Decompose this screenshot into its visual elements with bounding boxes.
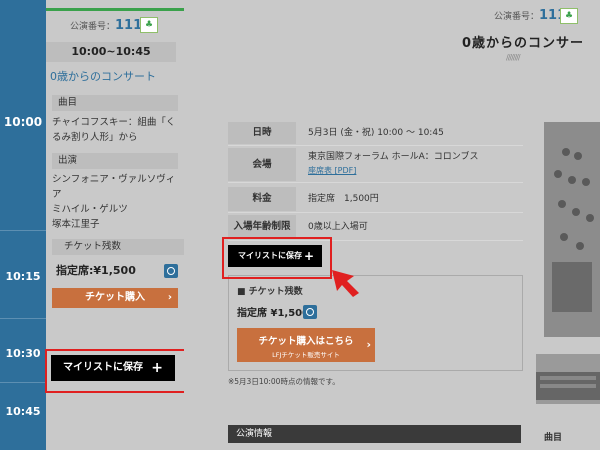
buy-ticket-button[interactable]: チケット購入 › (52, 288, 178, 308)
availability-circle-icon (164, 264, 178, 278)
info-row-datetime: 日時 5月3日 (金・祝) 10:00 〜 10:45 (228, 122, 523, 146)
info-value: 指定席 1,500円 (308, 194, 379, 204)
orchestra-stage-photo (536, 354, 600, 404)
program-line: るみ割り人形」から (52, 132, 138, 143)
save-label: マイリストに保存 (238, 251, 302, 260)
program-line: チャイコフスキー：組曲「く (52, 117, 176, 128)
performance-number-value: 111 (115, 18, 143, 33)
plus-icon: + (303, 249, 314, 263)
time-label: 10:30 (5, 347, 41, 360)
orchestra-stage-photo-graphic (536, 354, 600, 404)
timeline-tick (0, 318, 46, 319)
time-label: 10:15 (5, 270, 41, 283)
green-accent-bar (46, 8, 184, 11)
tickets-heading: ■ チケット残数 (237, 287, 303, 297)
performance-number-label: 公演番号： (70, 22, 116, 32)
info-value: 東京国際フォーラム ホールA：コロンブス (308, 152, 479, 162)
detail-title: 0歳からのコンサー (462, 36, 585, 51)
chevron-right-icon: › (167, 292, 172, 303)
save-label: マイリストに保存 (63, 362, 143, 373)
pointer-arrow-icon (332, 270, 359, 297)
performer-name: ア (52, 189, 62, 200)
performers-list: シンフォニア・ヴァルソヴィ ア ミハイル・ゲルツ 塚本江里子 (52, 172, 178, 232)
save-to-mylist-button[interactable]: マイリストに保存 + (228, 245, 322, 267)
sprout-icon: ♣ (560, 8, 578, 24)
orchestra-photo (544, 122, 600, 337)
info-key: 会場 (228, 148, 296, 181)
time-label: 10:45 (5, 405, 41, 418)
orchestra-photo-graphic (544, 122, 600, 337)
info-key: 入場年齢制限 (228, 215, 296, 239)
info-table: 日時 5月3日 (金・祝) 10:00 〜 10:45 会場 東京国際フォーラム… (228, 122, 523, 241)
concert-detail: 公演番号：111 ♣ 0歳からのコンサー //////// 日時 5月3日 (金… (184, 0, 600, 450)
time-label: 10:00 (3, 115, 43, 129)
program-text: チャイコフスキー：組曲「く るみ割り人形」から (52, 115, 178, 145)
info-note: ※5月3日10:00時点の情報です。 (228, 377, 340, 386)
program-heading: 曲目 (52, 95, 178, 111)
performer-name: 塚本江里子 (52, 219, 100, 230)
ticket-price: 指定席:¥1,500 (56, 264, 136, 277)
detail-performance-number: 公演番号：111 (494, 8, 566, 23)
timeline-tick (0, 382, 46, 383)
title-underline-decoration: //////// (506, 53, 521, 62)
buy-ticket-sublabel: LFJチケット販売サイト (272, 351, 340, 359)
info-bar: 公演情報 (228, 425, 521, 443)
performer-name: ミハイル・ゲルツ (52, 204, 128, 215)
availability-circle-icon (303, 305, 317, 319)
plus-icon: + (151, 360, 163, 376)
timeline-tick (0, 230, 46, 231)
info-value: 5月3日 (金・祝) 10:00 〜 10:45 (308, 128, 444, 138)
concert-title-link[interactable]: 0歳からのコンサート (50, 68, 156, 84)
performance-number-label: 公演番号： (494, 12, 540, 22)
buy-ticket-label: チケット購入はこちら (258, 336, 354, 347)
info-value: 0歳以上入場可 (308, 222, 368, 232)
buy-ticket-label: チケット購入 (85, 292, 145, 303)
buy-ticket-button[interactable]: チケット購入はこちら LFJチケット販売サイト › (237, 328, 375, 362)
info-row-venue: 会場 東京国際フォーラム ホールA：コロンブス 座席表 [PDF] (228, 148, 523, 183)
performers-heading: 出演 (52, 153, 178, 169)
time-range: 10:00~10:45 (46, 42, 176, 62)
chevron-right-icon: › (366, 338, 371, 351)
seat-chart-link[interactable]: 座席表 [PDF] (308, 165, 356, 176)
timeline: 10:00 10:15 10:30 10:45 (0, 0, 46, 450)
sprout-icon: ♣ (140, 17, 158, 33)
info-key: 料金 (228, 187, 296, 211)
save-to-mylist-button[interactable]: マイリストに保存 + (51, 355, 175, 381)
program-heading: 曲目 (544, 433, 563, 443)
performance-number: 公演番号：111 (70, 18, 142, 33)
ticket-price: 指定席 ¥1,500 (237, 308, 310, 319)
info-key: 日時 (228, 122, 296, 144)
tickets-heading: チケット残数 (52, 239, 184, 255)
ticket-box: ■ チケット残数 指定席 ¥1,500 チケット購入はこちら LFJチケット販売… (228, 275, 523, 371)
info-row-price: 料金 指定席 1,500円 (228, 187, 523, 213)
performer-name: シンフォニア・ヴァルソヴィ (52, 174, 176, 185)
